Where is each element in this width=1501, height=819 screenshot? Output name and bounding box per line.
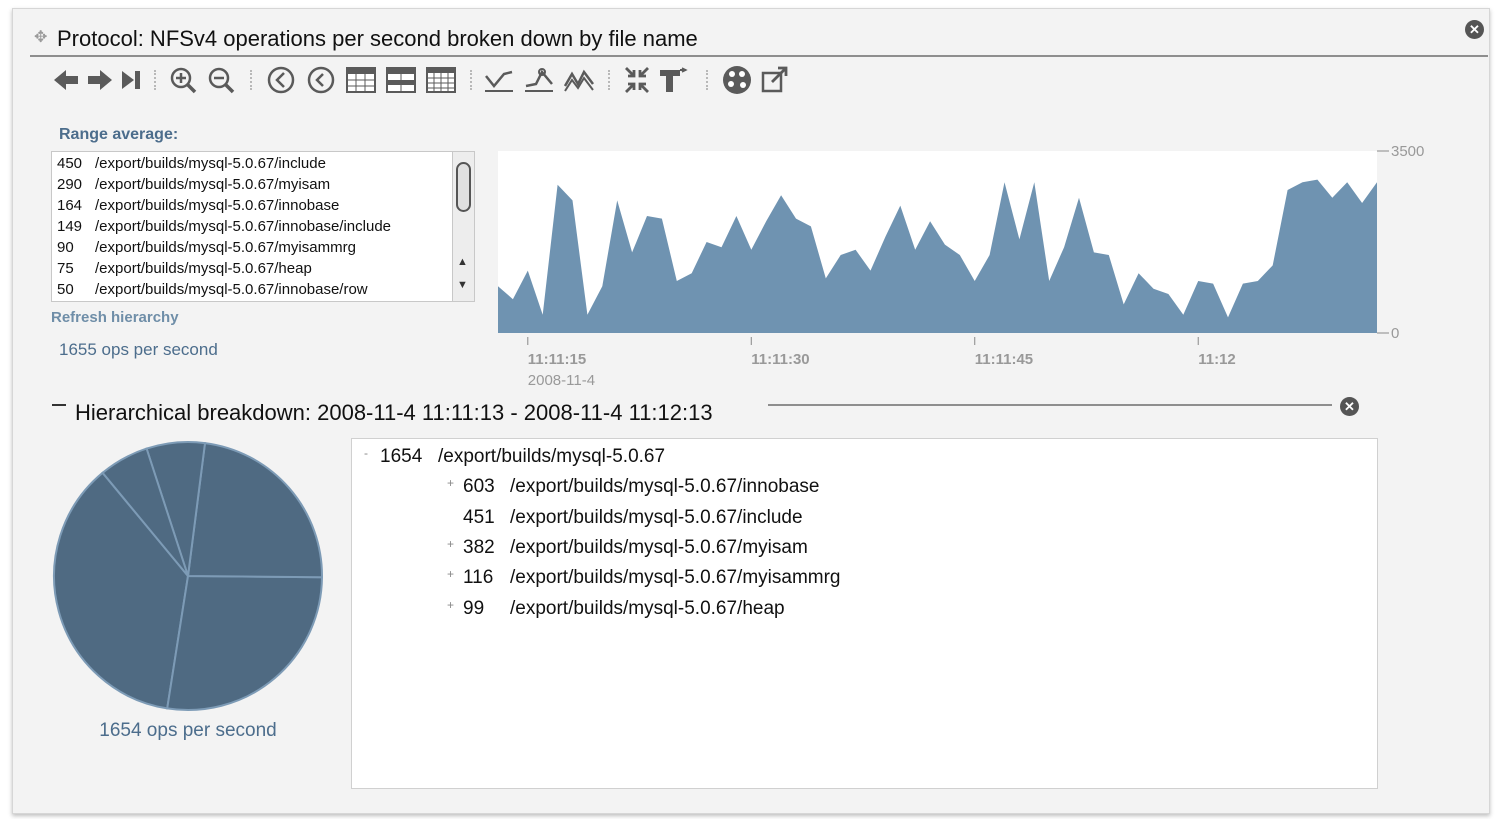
range-row-value: 75 xyxy=(57,260,74,277)
pie-slice[interactable] xyxy=(166,574,324,712)
tree-row-path: /export/builds/mysql-5.0.67/heap xyxy=(510,598,785,619)
tree-row-value: 116 xyxy=(463,567,494,588)
zoom-out-icon[interactable] xyxy=(204,62,238,98)
x-tick-label: 11:11:30 xyxy=(751,351,809,368)
x-tick-label: 11:12 xyxy=(1198,351,1236,368)
range-row-path: /export/builds/mysql-5.0.67/innobase xyxy=(95,197,340,214)
toolbar-separator xyxy=(470,70,472,90)
range-row-value: 164 xyxy=(57,197,83,214)
range-row-path: /export/builds/mysql-5.0.67/heap xyxy=(95,260,312,277)
line-graph-icon[interactable] xyxy=(482,62,516,98)
range-row-path: /export/builds/mysql-5.0.67/include xyxy=(95,155,326,172)
range-row[interactable]: 290/export/builds/mysql-5.0.67/myisam xyxy=(57,174,330,195)
tree-row-value: 603 xyxy=(463,476,495,497)
palette-icon[interactable] xyxy=(720,62,754,98)
range-row[interactable]: 90/export/builds/mysql-5.0.67/myisammrg xyxy=(57,237,356,258)
tree-row[interactable]: + 116/export/builds/mysql-5.0.67/myisamm… xyxy=(447,565,841,591)
range-row[interactable]: 50/export/builds/mysql-5.0.67/innobase/r… xyxy=(57,279,368,300)
range-row-value: 50 xyxy=(57,281,74,298)
close-hierarchy-icon[interactable]: ✕ xyxy=(1340,397,1359,416)
title-divider xyxy=(30,55,1488,57)
zoom-in-icon[interactable] xyxy=(166,62,200,98)
hierarchy-title: Hierarchical breakdown: 2008-11-4 11:11:… xyxy=(75,400,713,425)
tree-toggle-icon[interactable]: + xyxy=(447,561,454,587)
line-graph-alt-icon[interactable] xyxy=(522,62,556,98)
collapse-section-icon[interactable] xyxy=(52,404,66,406)
range-row-value: 290 xyxy=(57,176,83,193)
breakdown-pie-chart[interactable] xyxy=(52,440,324,712)
range-row-path: /export/builds/mysql-5.0.67/myisammrg xyxy=(95,239,356,256)
tree-row-root[interactable]: - 1654/export/builds/mysql-5.0.67 xyxy=(364,444,666,470)
refresh-hierarchy-link[interactable]: Refresh hierarchy xyxy=(51,309,179,326)
range-row[interactable]: 149/export/builds/mysql-5.0.67/innobase/… xyxy=(57,216,391,237)
y-tick-label: 3500 xyxy=(1391,143,1424,160)
x-tick-label: 11:11:45 xyxy=(975,351,1033,368)
scroll-up-icon[interactable]: ▲ xyxy=(457,256,468,268)
tree-row-value: 99 xyxy=(463,598,485,619)
scrollbar-thumb[interactable] xyxy=(456,162,471,212)
area-graph-icon[interactable] xyxy=(562,62,596,98)
pie-chart-svg xyxy=(53,441,324,712)
x-tick-label: 11:11:15 xyxy=(528,351,586,368)
range-row-path: /export/builds/mysql-5.0.67/innobase/inc… xyxy=(95,218,392,235)
tree-row-path: /export/builds/mysql-5.0.67/innobase xyxy=(510,476,820,497)
range-row-value: 450 xyxy=(57,155,83,172)
tree-toggle-icon[interactable]: + xyxy=(447,531,454,557)
tree-toggle-icon[interactable]: + xyxy=(447,592,454,618)
tree-row-path: /export/builds/mysql-5.0.67 xyxy=(438,446,666,467)
panel-title: Protocol: NFSv4 operations per second br… xyxy=(57,26,698,51)
hierarchy-divider xyxy=(768,404,1332,406)
toolbar-separator xyxy=(250,70,252,90)
x-tick-date-label: 2008-11-4 xyxy=(528,372,595,389)
drilldown-icon[interactable] xyxy=(656,62,690,98)
drag-handle-icon[interactable]: ✥ xyxy=(34,27,47,47)
range-row-value: 90 xyxy=(57,239,74,256)
range-row[interactable]: 164/export/builds/mysql-5.0.67/innobase xyxy=(57,195,339,216)
arrow-left-icon[interactable] xyxy=(50,62,84,98)
table-icon[interactable] xyxy=(344,62,378,98)
ops-area-chart[interactable]: 3500 0 11:11:15 2008-11-4 11:11:30 11:11:45 11… xyxy=(497,140,1457,400)
tree-row[interactable]: + 382/export/builds/mysql-5.0.67/myisam xyxy=(447,535,808,561)
tree-toggle-icon[interactable]: + xyxy=(447,470,454,496)
tree-row-path: /export/builds/mysql-5.0.67/myisammrg xyxy=(510,567,841,588)
range-row[interactable]: 75/export/builds/mysql-5.0.67/heap xyxy=(57,258,312,279)
close-panel-icon[interactable]: ✕ xyxy=(1465,20,1484,39)
tree-row[interactable]: 451/export/builds/mysql-5.0.67/include xyxy=(463,505,803,531)
range-average-list[interactable]: 450/export/builds/mysql-5.0.67/include 2… xyxy=(51,151,475,302)
table-alt-icon[interactable] xyxy=(384,62,418,98)
tree-row-path: /export/builds/mysql-5.0.67/myisam xyxy=(510,537,808,558)
range-average-label: Range average: xyxy=(59,126,179,143)
hierarchy-tree: - 1654/export/builds/mysql-5.0.67 + 603/… xyxy=(351,438,1378,789)
pie-ops-per-second: 1654 ops per second xyxy=(99,720,277,741)
toolbar-separator xyxy=(154,70,156,90)
area-chart-svg: 3500 0 11:11:15 2008-11-4 11:11:30 11:11:45 11… xyxy=(498,143,1424,389)
toolbar-separator xyxy=(608,70,610,90)
arrow-right-icon[interactable] xyxy=(82,62,116,98)
collapse-icon[interactable] xyxy=(620,62,654,98)
tree-row[interactable]: + 603/export/builds/mysql-5.0.67/innobas… xyxy=(447,474,820,500)
range-ops-per-second: 1655 ops per second xyxy=(59,340,218,359)
pie-slice[interactable] xyxy=(186,441,324,579)
export-icon[interactable] xyxy=(758,62,792,98)
tree-row-value: 1654 xyxy=(380,446,423,467)
range-row[interactable]: 450/export/builds/mysql-5.0.67/include xyxy=(57,153,326,174)
tree-row[interactable]: + 99/export/builds/mysql-5.0.67/heap xyxy=(447,596,785,622)
tree-toggle-icon[interactable]: - xyxy=(364,440,368,466)
range-list-scrollbar[interactable]: ▲ ▼ xyxy=(452,152,474,301)
tree-row-path: /export/builds/mysql-5.0.67/include xyxy=(510,507,803,528)
tree-row-value: 451 xyxy=(463,507,495,528)
range-row-path: /export/builds/mysql-5.0.67/innobase/row xyxy=(95,281,368,298)
skip-end-icon[interactable] xyxy=(114,62,148,98)
clock-forward-icon[interactable] xyxy=(304,62,338,98)
table-grid-icon[interactable] xyxy=(424,62,458,98)
y-tick-label: 0 xyxy=(1391,325,1399,342)
scroll-down-icon[interactable]: ▼ xyxy=(457,279,468,291)
tree-row-value: 382 xyxy=(463,537,495,558)
range-row-value: 149 xyxy=(57,218,83,235)
range-row-path: /export/builds/mysql-5.0.67/myisam xyxy=(95,176,331,193)
toolbar-separator xyxy=(706,70,708,90)
clock-back-icon[interactable] xyxy=(264,62,298,98)
